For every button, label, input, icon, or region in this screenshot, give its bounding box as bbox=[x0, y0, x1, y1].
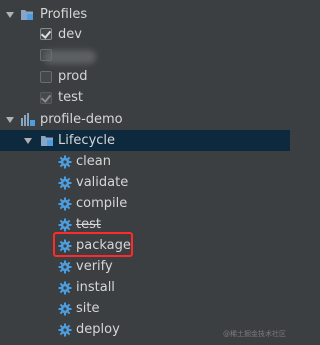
lifecycle-phase-label: compile bbox=[76, 196, 128, 211]
profile-dev[interactable]: dev bbox=[0, 24, 290, 45]
gear-icon bbox=[58, 323, 72, 341]
lifecycle-phase-package[interactable]: package bbox=[0, 235, 290, 256]
gear-icon bbox=[58, 302, 72, 320]
tree-node-project[interactable]: profile-demo bbox=[0, 109, 290, 130]
lifecycle-phase-verify[interactable]: verify bbox=[0, 256, 290, 277]
profile-test-label: test bbox=[58, 90, 83, 105]
lifecycle-phase-clean[interactable]: clean bbox=[0, 151, 290, 172]
project-label: profile-demo bbox=[40, 112, 123, 127]
profile-prod-checkbox[interactable] bbox=[40, 71, 52, 83]
lifecycle-phase-label: validate bbox=[76, 175, 129, 190]
gear-icon bbox=[58, 155, 72, 173]
profile-test[interactable]: test bbox=[0, 87, 290, 108]
gear-icon bbox=[58, 176, 72, 194]
gear-icon bbox=[58, 260, 72, 278]
gear-icon bbox=[58, 281, 72, 299]
profile-dev-checkbox[interactable] bbox=[40, 28, 52, 40]
package-highlight-box bbox=[53, 232, 133, 257]
profile-prod-label: prod bbox=[58, 69, 88, 84]
expand-arrow-icon[interactable] bbox=[6, 117, 14, 123]
lifecycle-phase-site[interactable]: site bbox=[0, 298, 290, 319]
profile-prod[interactable]: prod bbox=[0, 66, 290, 87]
tree-node-lifecycle[interactable]: Lifecycle bbox=[0, 130, 290, 151]
profile-dev-label: dev bbox=[58, 27, 82, 42]
lifecycle-phase-label: verify bbox=[76, 259, 113, 274]
watermark: @稀土掘金技术社区 bbox=[223, 330, 286, 338]
profile-test-checkbox[interactable] bbox=[40, 92, 52, 104]
tree-node-profiles[interactable]: Profiles bbox=[0, 4, 290, 25]
lifecycle-phase-install[interactable]: install bbox=[0, 277, 290, 298]
lifecycle-label: Lifecycle bbox=[58, 133, 116, 148]
profiles-label: Profiles bbox=[40, 7, 88, 22]
gear-icon bbox=[58, 197, 72, 215]
expand-arrow-icon[interactable] bbox=[24, 138, 32, 144]
folder-lifecycle-icon bbox=[40, 134, 54, 151]
lifecycle-phase-compile[interactable]: compile bbox=[0, 193, 290, 214]
lifecycle-phase-validate[interactable]: validate bbox=[0, 172, 290, 193]
maven-project-icon bbox=[20, 112, 36, 131]
lifecycle-phase-label: site bbox=[76, 301, 100, 316]
expand-arrow-icon[interactable] bbox=[6, 12, 14, 18]
folder-profiles-icon bbox=[20, 8, 34, 25]
lifecycle-phase-label: deploy bbox=[76, 322, 120, 337]
redacted-blur bbox=[44, 50, 96, 64]
lifecycle-phase-test[interactable]: test bbox=[0, 214, 290, 235]
maven-tool-window-tree: Profiles dev prod test profile-demo Life… bbox=[0, 0, 290, 345]
lifecycle-phase-label: clean bbox=[76, 154, 111, 169]
lifecycle-phase-label: install bbox=[76, 280, 115, 295]
